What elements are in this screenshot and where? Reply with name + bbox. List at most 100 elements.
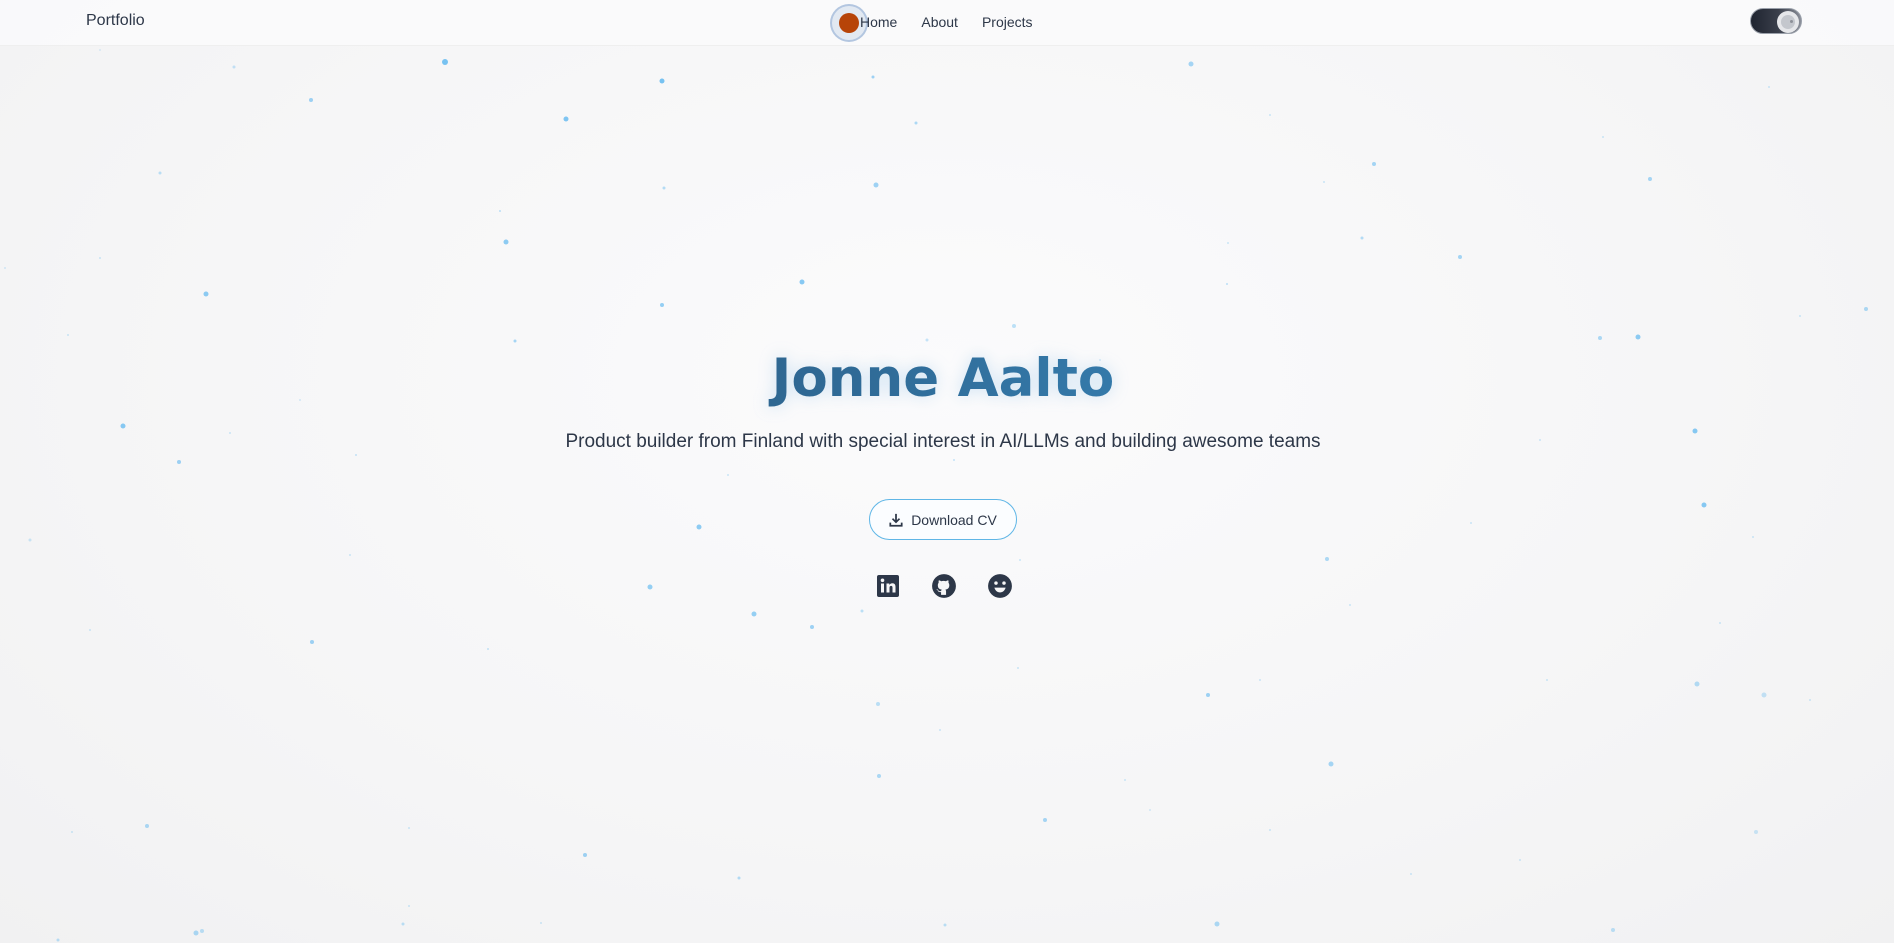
particle-dot xyxy=(727,474,729,476)
github-link[interactable] xyxy=(930,572,958,600)
particle-dot xyxy=(193,930,199,936)
particle-dot xyxy=(499,210,501,212)
particle-dot xyxy=(310,640,314,644)
hero-subtitle: Product builder from Finland with specia… xyxy=(565,431,1321,452)
particle-dot xyxy=(158,171,162,175)
particle-dot xyxy=(1598,336,1602,340)
particle-dot xyxy=(120,423,126,429)
smiley-link[interactable] xyxy=(986,572,1014,600)
particle-dot xyxy=(503,239,509,245)
brand-link[interactable]: Portfolio xyxy=(86,12,145,30)
particle-dot xyxy=(877,774,881,778)
particle-dot xyxy=(513,339,517,343)
particle-dot xyxy=(408,827,410,829)
particle-dot xyxy=(1012,324,1016,328)
particle-dot xyxy=(1372,162,1376,166)
particle-dot xyxy=(1124,779,1126,781)
particle-dot xyxy=(1410,873,1412,875)
download-cv-button[interactable]: Download CV xyxy=(869,499,1017,540)
particle-dot xyxy=(1043,818,1047,822)
particle-dot xyxy=(1360,236,1364,240)
nav-link-projects[interactable]: Projects xyxy=(982,14,1033,30)
particle-dot xyxy=(28,538,32,542)
particle-dot xyxy=(1761,692,1767,698)
particle-dot xyxy=(540,922,542,924)
download-cv-label: Download CV xyxy=(911,511,997,528)
particle-dot xyxy=(1602,136,1604,138)
particle-dot xyxy=(662,186,666,190)
particle-dot xyxy=(1635,334,1641,340)
cursor-dot xyxy=(839,13,859,33)
particle-dot xyxy=(1149,809,1151,811)
particle-dot xyxy=(1648,177,1652,181)
particle-dot xyxy=(1754,830,1758,834)
particle-dot xyxy=(1799,315,1801,317)
nav-link-about[interactable]: About xyxy=(921,14,958,30)
particle-dot xyxy=(56,938,60,942)
particle-dot xyxy=(4,267,6,269)
particle-dot xyxy=(1328,761,1334,767)
particle-dot xyxy=(810,625,814,629)
particle-dot xyxy=(1323,181,1325,183)
nav-links: Home About Projects xyxy=(860,14,1033,30)
particle-dot xyxy=(1017,667,1019,669)
particle-dot xyxy=(1349,604,1351,606)
particle-dot xyxy=(873,182,879,188)
particle-dot xyxy=(487,648,489,650)
particle-dot xyxy=(200,929,204,933)
particle-dot xyxy=(89,629,91,631)
linkedin-link[interactable] xyxy=(874,572,902,600)
particle-dot xyxy=(71,831,73,833)
particle-dot xyxy=(660,303,664,307)
particle-dot xyxy=(1611,928,1615,932)
particle-dot xyxy=(1752,536,1754,538)
particle-dot xyxy=(1226,283,1228,285)
particle-dot xyxy=(177,460,181,464)
particle-dot xyxy=(1019,559,1021,561)
particle-dot xyxy=(860,609,864,613)
particle-dot xyxy=(1864,307,1868,311)
particle-dot xyxy=(349,554,351,556)
particle-dot xyxy=(583,853,587,857)
particle-dot xyxy=(401,922,405,926)
particle-dot xyxy=(939,729,941,731)
particle-dot xyxy=(203,291,209,297)
particle-dot xyxy=(914,121,918,125)
particle-dot xyxy=(563,116,569,122)
particle-background xyxy=(4,49,1868,942)
particle-dot xyxy=(1519,859,1521,861)
moon-icon xyxy=(1781,15,1795,29)
particle-dot xyxy=(1269,829,1271,831)
navbar: Portfolio Home About Projects xyxy=(0,0,1894,46)
particle-dot xyxy=(1458,255,1462,259)
particle-dot xyxy=(876,702,880,706)
particle-dot xyxy=(737,876,741,880)
particle-dot xyxy=(67,334,69,336)
particle-dot xyxy=(647,584,653,590)
particle-dot xyxy=(442,59,448,65)
particle-dot xyxy=(943,923,947,927)
particle-dot xyxy=(751,611,757,617)
particle-dot xyxy=(1325,557,1329,561)
hero-title: Jonne Aalto xyxy=(0,344,1886,414)
particle-dot xyxy=(1701,502,1707,508)
particle-dot xyxy=(1694,681,1700,687)
download-icon xyxy=(889,513,903,527)
particle-dot xyxy=(1214,921,1220,927)
particle-dot xyxy=(145,824,149,828)
particle-dot xyxy=(99,49,101,51)
nav-link-home[interactable]: Home xyxy=(860,14,897,30)
particle-dot xyxy=(1227,242,1229,244)
particle-dot xyxy=(232,65,236,69)
social-links xyxy=(874,572,1014,600)
particle-dot xyxy=(925,338,929,342)
particle-dot xyxy=(659,78,665,84)
particle-dot xyxy=(1768,86,1770,88)
theme-toggle[interactable] xyxy=(1750,8,1802,34)
github-icon xyxy=(932,574,956,598)
smiley-icon xyxy=(988,574,1012,598)
particle-dot xyxy=(1470,522,1472,524)
particle-dot xyxy=(1188,61,1194,67)
particle-dot xyxy=(1719,622,1721,624)
particle-dot xyxy=(799,279,805,285)
